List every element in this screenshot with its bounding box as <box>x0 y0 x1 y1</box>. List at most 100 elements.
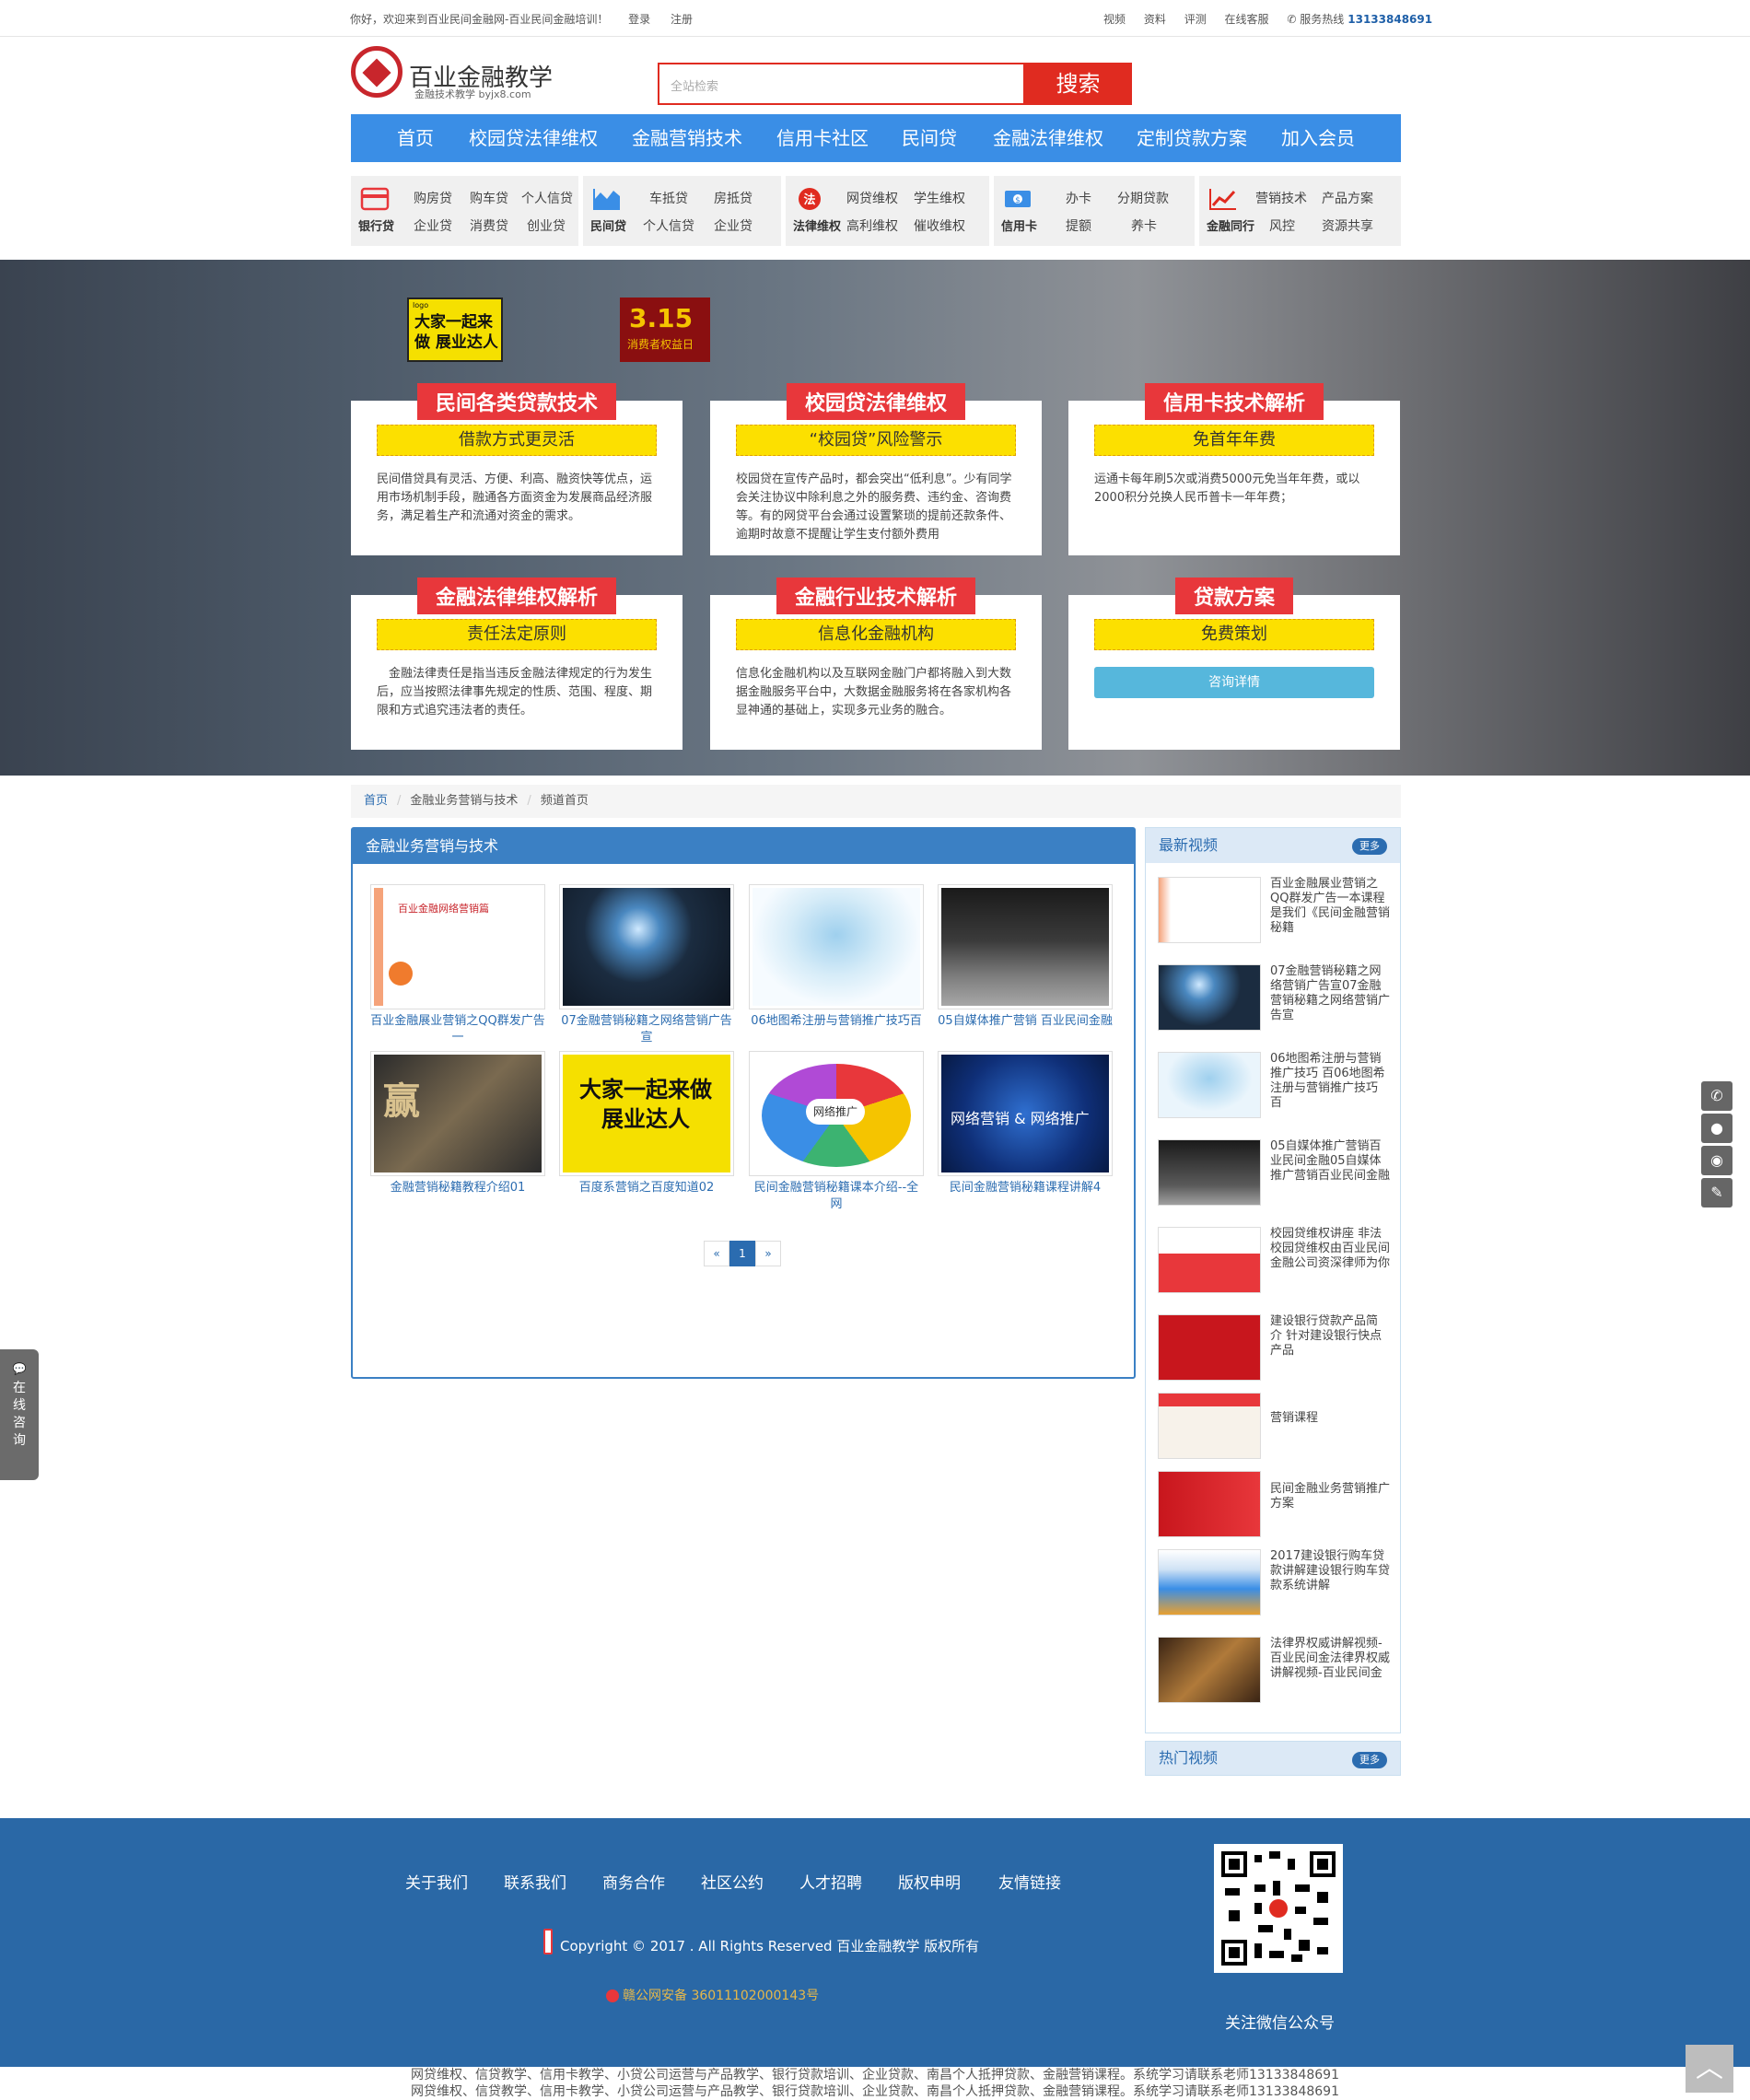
sidebar-video-thumb[interactable] <box>1158 1471 1261 1537</box>
sidebar-video-item[interactable]: 07金融营销秘籍之网络营销广告宣07金融营销秘籍之网络营销广告宣 <box>1158 964 1390 1038</box>
wechat-icon[interactable]: ◉ <box>1701 1146 1732 1175</box>
sidebar-video-title[interactable]: 法律界权威讲解视频-百业民间金法律界权威讲解视频-百业民间金 <box>1270 1637 1390 1681</box>
sidebar-video-thumb[interactable] <box>1158 1139 1261 1206</box>
sidebar-video-title[interactable]: 建设银行贷款产品简 介 针对建设银行快点产品 <box>1270 1314 1390 1359</box>
footer-link-contact[interactable]: 联系我们 <box>504 1870 566 1893</box>
category-link[interactable]: 消费贷 <box>470 216 508 235</box>
feature-card[interactable]: 信用卡技术解析 免首年年费 运通卡每年刷5次或消费5000元免当年年费，或以20… <box>1068 383 1400 555</box>
qq-icon[interactable]: ● <box>1701 1114 1732 1143</box>
sidebar-video-title[interactable]: 营销课程 <box>1270 1411 1390 1426</box>
category-name[interactable]: 法律维权 <box>793 216 841 234</box>
more-button[interactable]: 更多 <box>1352 838 1387 855</box>
sidebar-video-title[interactable]: 06地图希注册与营销推广技巧 百06地图希注册与营销推广技巧 百 <box>1270 1052 1390 1111</box>
back-to-top-button[interactable]: ︿ <box>1686 2045 1733 2093</box>
search-button[interactable]: 搜索 <box>1024 63 1132 105</box>
breadcrumb-section[interactable]: 金融业务营销与技术 <box>410 794 518 808</box>
category-name[interactable]: 民间贷 <box>590 216 626 234</box>
top-link-reviews[interactable]: 评测 <box>1184 13 1207 26</box>
category-link[interactable]: 风控 <box>1269 216 1295 235</box>
pager-prev[interactable]: « <box>704 1241 729 1266</box>
sidebar-video-item[interactable]: 2017建设银行购车贷款讲解建设银行购车贷款系统讲解 <box>1158 1549 1390 1623</box>
video-thumb[interactable]: 网络推广 民间金融营销秘籍课本介绍--全网 <box>749 1051 924 1213</box>
nav-campus-loan[interactable]: 校园贷法律维权 <box>469 114 598 162</box>
top-link-materials[interactable]: 资料 <box>1144 13 1166 26</box>
pager-next[interactable]: » <box>755 1241 781 1266</box>
footer-link-community[interactable]: 社区公约 <box>701 1870 764 1893</box>
sidebar-video-item[interactable]: 百业金融展业营销之QQ群发广告一本课程是我们《民间金融营销秘籍 <box>1158 877 1390 951</box>
nav-legal-rights[interactable]: 金融法律维权 <box>993 114 1103 162</box>
police-record[interactable]: 赣公网安备 36011102000143号 <box>606 1986 819 2004</box>
category-link[interactable]: 车抵贷 <box>649 189 688 207</box>
sidebar-video-item[interactable]: 校园贷维权讲座 非法校园贷维权由百业民间金融公司资深律师为你 <box>1158 1227 1390 1301</box>
footer-link-copyright[interactable]: 版权申明 <box>898 1870 961 1893</box>
video-thumb[interactable]: 07金融营销秘籍之网络营销广告宣 <box>559 884 734 1046</box>
sidebar-video-title[interactable]: 校园贷维权讲座 非法校园贷维权由百业民间金融公司资深律师为你 <box>1270 1227 1390 1271</box>
consult-details-button[interactable]: 咨询详情 <box>1094 667 1374 698</box>
thumb-image[interactable]: 网络营销 & 网络推广 <box>938 1051 1113 1176</box>
feature-card[interactable]: 金融行业技术解析 信息化金融机构 信息化金融机构以及互联网金融门户都将融入到大数… <box>710 578 1042 750</box>
hot-more-button[interactable]: 更多 <box>1352 1752 1387 1768</box>
thumb-image[interactable] <box>559 884 734 1009</box>
sidebar-video-title[interactable]: 百业金融展业营销之QQ群发广告一本课程是我们《民间金融营销秘籍 <box>1270 877 1390 936</box>
nav-private-loan[interactable]: 民间贷 <box>902 114 957 162</box>
thumb-image[interactable]: 大家一起来做 展业达人 <box>559 1051 734 1176</box>
sidebar-video-title[interactable]: 民间金融业务营销推广方案 <box>1270 1482 1390 1511</box>
category-link[interactable]: 高利维权 <box>846 216 898 235</box>
feature-card[interactable]: 贷款方案 免费策划 咨询详情 <box>1068 578 1400 750</box>
top-link-video[interactable]: 视频 <box>1103 13 1126 26</box>
video-thumb[interactable]: 赢 金融营销秘籍教程介绍01 <box>370 1051 545 1213</box>
category-link[interactable]: 企业贷 <box>414 216 452 235</box>
category-link[interactable]: 资源共享 <box>1322 216 1373 235</box>
feature-card[interactable]: 民间各类贷款技术 借款方式更灵活 民间借贷具有灵活、方便、利高、融资快等优点，运… <box>351 383 682 555</box>
thumb-image[interactable]: 百业金融网络营销篇 <box>370 884 545 1009</box>
sidebar-video-item[interactable]: 营销课程 <box>1158 1393 1388 1466</box>
category-link[interactable]: 办卡 <box>1066 189 1091 207</box>
phone-icon[interactable]: ✆ <box>1701 1081 1732 1111</box>
breadcrumb-home[interactable]: 首页 <box>364 794 388 808</box>
search-input[interactable]: 全站检索 <box>658 63 1025 105</box>
category-name[interactable]: 金融同行 <box>1207 216 1254 234</box>
category-link[interactable]: 企业贷 <box>714 216 752 235</box>
category-link[interactable]: 网贷维权 <box>846 189 898 207</box>
category-link[interactable]: 购房贷 <box>414 189 452 207</box>
sidebar-video-item[interactable]: 05自媒体推广营销百业民间金融05自媒体推广营销百业民间金融 <box>1158 1139 1390 1213</box>
thumb-caption[interactable]: 07金融营销秘籍之网络营销广告宣 <box>559 1013 734 1046</box>
thumb-image[interactable]: 网络推广 <box>749 1051 924 1176</box>
category-name[interactable]: 银行贷 <box>358 216 394 234</box>
sidebar-video-item[interactable]: 建设银行贷款产品简 介 针对建设银行快点产品 <box>1158 1314 1388 1388</box>
category-link[interactable]: 个人信贷 <box>521 189 573 207</box>
footer-link-business[interactable]: 商务合作 <box>602 1870 665 1893</box>
thumb-caption[interactable]: 百业金融展业营销之QQ群发广告一 <box>370 1013 545 1046</box>
sidebar-video-thumb[interactable] <box>1158 1549 1261 1616</box>
edit-icon[interactable]: ✎ <box>1701 1178 1732 1208</box>
pager-page[interactable]: 1 <box>729 1241 755 1266</box>
thumb-caption[interactable]: 百度系营销之百度知道02 <box>559 1180 734 1213</box>
category-link[interactable]: 产品方案 <box>1322 189 1373 207</box>
sidebar-video-item[interactable]: 06地图希注册与营销推广技巧 百06地图希注册与营销推广技巧 百 <box>1158 1052 1388 1126</box>
top-link-online-service[interactable]: 在线客服 <box>1225 13 1269 26</box>
thumb-caption[interactable]: 05自媒体推广营销 百业民间金融 <box>938 1013 1113 1046</box>
video-thumb[interactable]: 百业金融网络营销篇 百业金融展业营销之QQ群发广告一 <box>370 884 545 1046</box>
sidebar-video-item[interactable]: 法律界权威讲解视频-百业民间金法律界权威讲解视频-百业民间金 <box>1158 1637 1390 1710</box>
sidebar-video-title[interactable]: 07金融营销秘籍之网络营销广告宣07金融营销秘籍之网络营销广告宣 <box>1270 964 1390 1023</box>
sidebar-video-thumb[interactable] <box>1158 1227 1261 1293</box>
category-link[interactable]: 购车贷 <box>470 189 508 207</box>
thumb-image[interactable]: 赢 <box>370 1051 545 1176</box>
category-link[interactable]: 房抵贷 <box>714 189 752 207</box>
footer-link-about[interactable]: 关于我们 <box>405 1870 468 1893</box>
video-thumb[interactable]: 05自媒体推广营销 百业民间金融 <box>938 884 1113 1046</box>
nav-join-member[interactable]: 加入会员 <box>1281 114 1355 162</box>
feature-card[interactable]: 校园贷法律维权 “校园贷”风险警示 校园贷在宣传产品时，都会突出“低利息”。少有… <box>710 383 1042 555</box>
category-link[interactable]: 个人信贷 <box>643 216 694 235</box>
thumb-caption[interactable]: 民间金融营销秘籍课本介绍--全网 <box>749 1180 924 1213</box>
nav-marketing[interactable]: 金融营销技术 <box>632 114 742 162</box>
promo-315[interactable]: 3.15 消费者权益日 <box>620 298 710 362</box>
category-link[interactable]: 营销技术 <box>1255 189 1307 207</box>
sidebar-video-thumb[interactable] <box>1158 1314 1261 1381</box>
online-consult-tab[interactable]: 💬 在线咨询 <box>0 1349 39 1480</box>
register-link[interactable]: 注册 <box>671 13 693 26</box>
promo-expand-business[interactable]: logo 大家一起来做 展业达人 <box>407 298 503 362</box>
category-link[interactable]: 催收维权 <box>914 216 965 235</box>
thumb-caption[interactable]: 金融营销秘籍教程介绍01 <box>370 1180 545 1213</box>
sidebar-video-title[interactable]: 05自媒体推广营销百业民间金融05自媒体推广营销百业民间金融 <box>1270 1139 1390 1184</box>
